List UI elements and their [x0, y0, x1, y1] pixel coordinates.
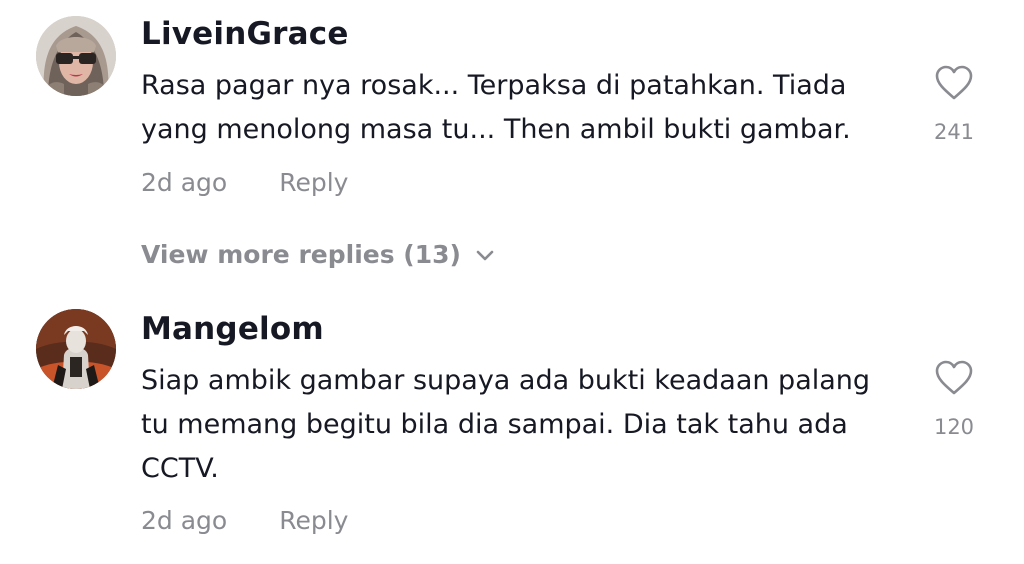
like-count: 120: [933, 415, 975, 439]
user-avatar[interactable]: [36, 16, 116, 96]
comment-meta: 2d ago Reply: [141, 168, 348, 197]
comment-item: Mangelom Siap ambik gambar supaya ada bu…: [0, 300, 1024, 564]
comment-timestamp: 2d ago: [141, 168, 228, 197]
like-button[interactable]: 241: [918, 64, 990, 144]
comment-username[interactable]: Mangelom: [141, 311, 324, 347]
comment-text: Siap ambik gambar supaya ada bukti keada…: [141, 365, 871, 484]
comment-username[interactable]: LiveinGrace: [141, 16, 349, 52]
comment-text: Rasa pagar nya rosak... Terpaksa di pata…: [141, 70, 851, 145]
avatar-warrior-icon: [36, 309, 116, 389]
view-more-replies-button[interactable]: View more replies (13): [141, 240, 495, 269]
like-count: 241: [933, 120, 975, 144]
avatar-woman-sunglasses-icon: [36, 16, 116, 96]
heart-outline-icon[interactable]: [934, 359, 974, 397]
view-more-replies-label: View more replies (13): [141, 240, 461, 269]
chevron-down-icon: [475, 250, 495, 262]
reply-button[interactable]: Reply: [279, 506, 348, 535]
reply-button[interactable]: Reply: [279, 168, 348, 197]
user-avatar[interactable]: [36, 309, 116, 389]
comment-meta: 2d ago Reply: [141, 506, 348, 535]
comment-item: LiveinGrace Rasa pagar nya rosak... Terp…: [0, 0, 1024, 290]
comment-timestamp: 2d ago: [141, 506, 228, 535]
heart-outline-icon[interactable]: [934, 64, 974, 102]
like-button[interactable]: 120: [918, 359, 990, 439]
